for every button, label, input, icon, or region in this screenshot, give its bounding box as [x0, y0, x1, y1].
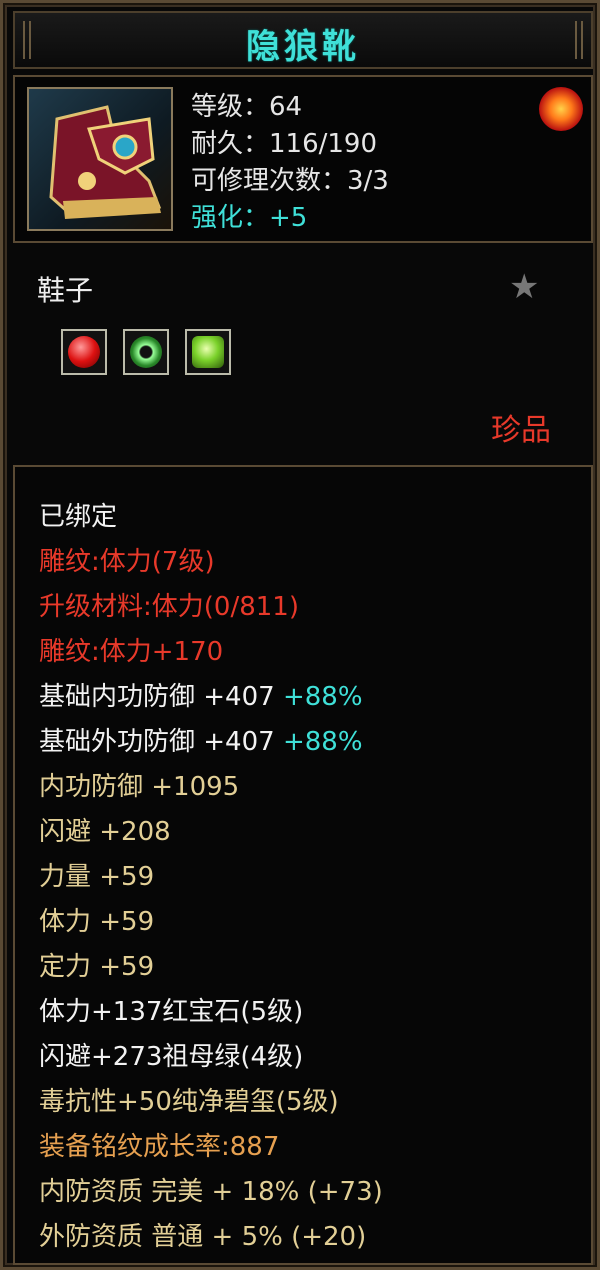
attribute-text: 基础内功防御 +407 [39, 682, 275, 712]
attribute-text: 装备铭纹成长率:887 [39, 1132, 280, 1162]
attribute-lines: 已绑定雕纹:体力(7级) 升级材料:体力(0/811) 雕纹:体力+170 基础内功防… [39, 495, 383, 1260]
attribute-line: 内防资质 完美 + 18% (+73) [39, 1170, 383, 1215]
attribute-line: 已绑定 [39, 495, 383, 540]
item-header: 等级：64 耐久：116/190 可修理次数：3/3 强化：+5 [13, 75, 593, 243]
attribute-line: 升级材料:体力(0/811) [39, 585, 383, 630]
stat-enhance: 强化：+5 [191, 203, 308, 233]
emerald-ring-icon[interactable] [123, 329, 169, 375]
star-icon[interactable]: ★ [509, 267, 539, 307]
stat-durability: 耐久：116/190 [191, 129, 378, 159]
attribute-text: 雕纹:体力+170 [39, 637, 224, 667]
attribute-line: 基础内功防御 +407 +88% [39, 675, 383, 720]
attribute-line: 雕纹:体力+170 [39, 630, 383, 675]
attribute-text: 内功防御 +1095 [39, 772, 240, 802]
item-tooltip: 隐狼靴 等级：64 耐久：116/190 可修理次数：3/3 强化：+5 鞋子 … [0, 0, 600, 1270]
attribute-text: 体力 +59 [39, 907, 155, 937]
attribute-line: 雕纹:体力(7级) [39, 540, 383, 585]
stat-repair-count: 可修理次数：3/3 [191, 166, 389, 196]
attribute-text: 外防资质 普通 + 5% (+20) [39, 1222, 367, 1252]
attribute-text: 力量 +59 [39, 862, 155, 892]
item-name: 隐狼靴 [246, 27, 360, 67]
boots-icon [27, 87, 173, 231]
attribute-text: 定力 +59 [39, 952, 155, 982]
attribute-text: 雕纹:体力(7级) [39, 547, 215, 577]
item-stats: 等级：64 耐久：116/190 可修理次数：3/3 强化：+5 [191, 89, 389, 237]
attribute-line: 力量 +59 [39, 855, 383, 900]
attribute-percent: +88% [274, 682, 363, 712]
gem-slots [61, 329, 231, 375]
attribute-text: 内防资质 完美 + 18% (+73) [39, 1177, 383, 1207]
attribute-line: 闪避+273祖母绿(4级) [39, 1035, 383, 1080]
attribute-line: 内功防御 +1095 [39, 765, 383, 810]
rarity-label: 珍品 [491, 413, 551, 448]
attribute-text: 基础外功防御 +407 [39, 727, 275, 757]
attribute-text: 升级材料:体力(0/811) [39, 592, 299, 622]
attribute-line: 装备铭纹成长率:887 [39, 1125, 383, 1170]
attribute-list: 已绑定雕纹:体力(7级) 升级材料:体力(0/811) 雕纹:体力+170 基础内功防… [13, 465, 593, 1265]
attribute-line: 毒抗性+50纯净碧玺(5级) [39, 1080, 383, 1125]
attribute-text: 体力+137红宝石(5级) [39, 997, 304, 1027]
attribute-text: 闪避 +208 [39, 817, 171, 847]
attribute-text: 闪避+273祖母绿(4级) [39, 1042, 304, 1072]
attribute-line: 外防资质 普通 + 5% (+20) [39, 1215, 383, 1260]
attribute-line: 闪避 +208 [39, 810, 383, 855]
attribute-line: 基础外功防御 +407 +88% [39, 720, 383, 765]
jade-gem-icon[interactable] [185, 329, 231, 375]
attribute-percent: +88% [274, 727, 363, 757]
attribute-line: 体力 +59 [39, 900, 383, 945]
attribute-line: 体力+137红宝石(5级) [39, 990, 383, 1035]
attribute-text: 毒抗性+50纯净碧玺(5级) [39, 1087, 339, 1117]
attribute-text: 已绑定 [39, 502, 118, 532]
item-type: 鞋子 [37, 274, 94, 307]
title-bar: 隐狼靴 [13, 11, 593, 69]
stat-level: 等级：64 [191, 92, 303, 122]
ruby-gem-icon[interactable] [61, 329, 107, 375]
attribute-line: 定力 +59 [39, 945, 383, 990]
flame-badge-icon [539, 87, 583, 131]
